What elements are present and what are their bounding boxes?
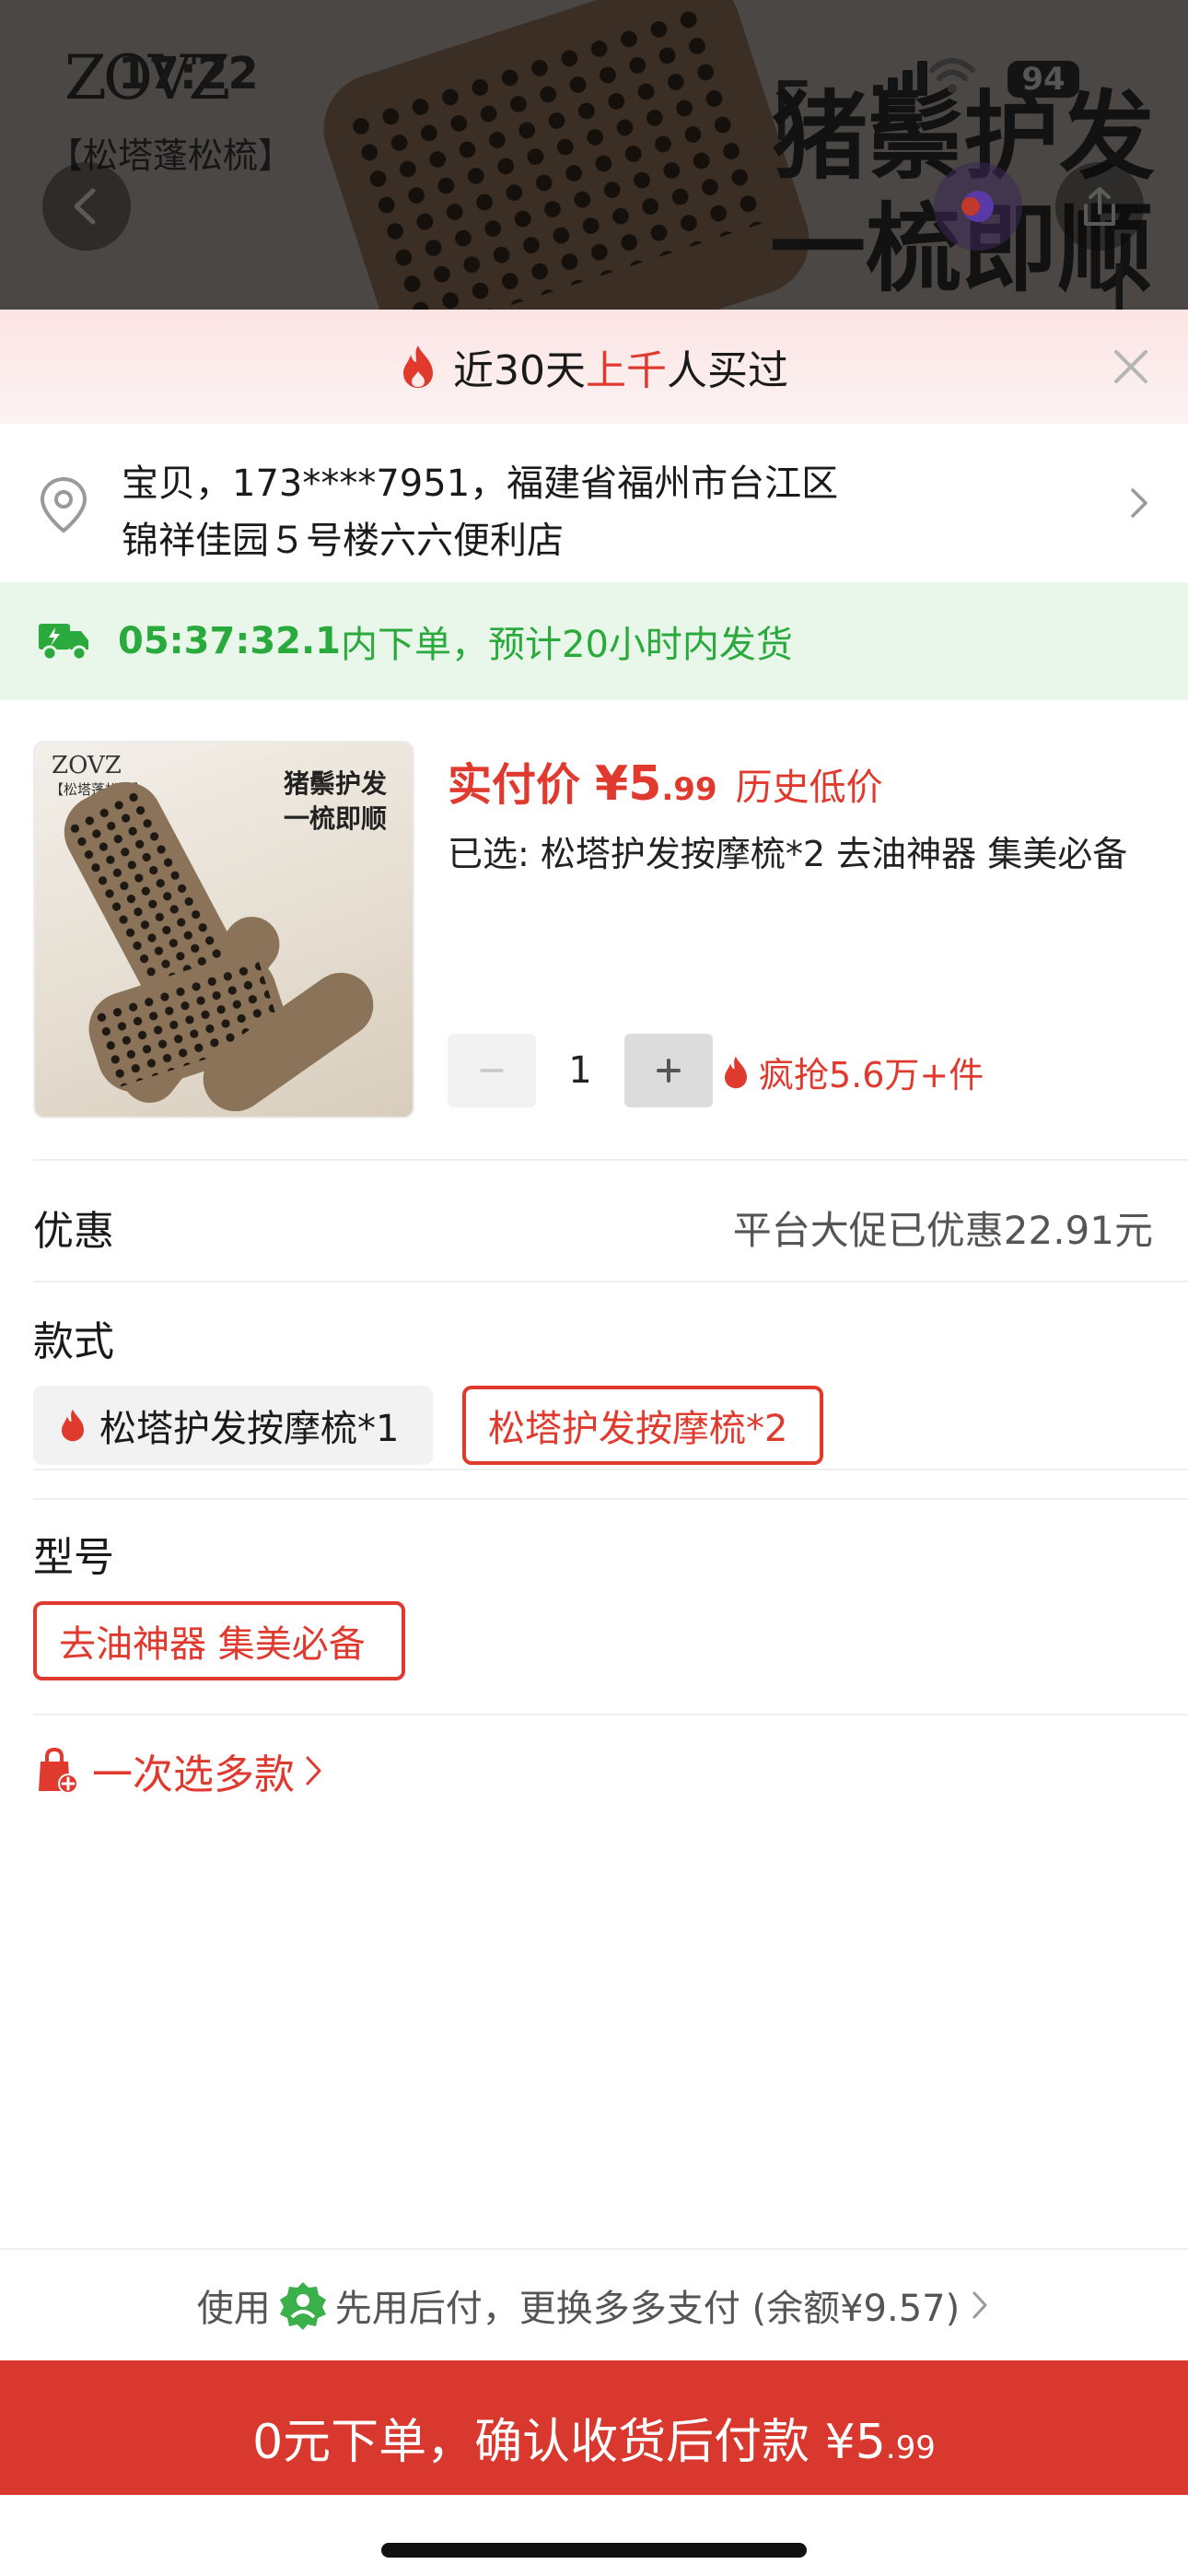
multi-select-label: 一次选多款 [92,1751,295,1798]
payment-method-bar[interactable]: 使用 先用后付，更换多多支付 (余额¥9.57) [0,2248,1188,2360]
price-decimal: .99 [661,771,717,808]
delivery-banner: 05:37:32.1 内下单，预计20小时内发货 [0,582,1188,700]
home-indicator [381,2543,807,2558]
fire-icon [725,1056,747,1088]
delivery-text: 内下单，预计20小时内发货 [341,624,793,666]
hot-sale-text: 疯抢5.6万+件 [759,1055,984,1095]
model-label: 型号 [33,1534,114,1581]
divider [33,1469,1188,1470]
divider [33,1498,1188,1500]
fire-icon [403,345,433,388]
multi-select-link[interactable]: 一次选多款 [33,1741,324,1800]
payment-prefix: 使用 [196,2288,271,2330]
fire-icon [62,1409,84,1442]
chevron-right-icon [973,2291,987,2319]
discount-value: 平台大促已优惠22.91元 [732,1208,1153,1253]
style-option-2[interactable]: 松塔护发按摩梳*2 [462,1386,823,1465]
status-time: 17:22 [118,48,259,100]
product-thumbnail[interactable]: ZOVZ 【松塔蓬松梳】 猪鬃护发 一梳即顺 [33,741,414,1118]
promo-highlight: 上千 [586,347,667,394]
shopping-bag-plus-icon [39,1747,78,1794]
promo-banner: 近30天 上千 人买过 [0,310,1188,424]
place-order-decimal: .99 [885,2430,936,2466]
place-order-button[interactable]: 0元下单，确认收货后付款 ¥5.99 [0,2360,1188,2495]
style-label: 款式 [33,1318,114,1365]
price-line: 实付价 ¥5.99 历史低价 [448,748,883,813]
favorite-icon [961,191,994,222]
place-order-label: 0元下单，确认收货后付款 ¥5 [252,2415,886,2470]
delivery-truck-icon [39,624,88,662]
divider [33,1159,1188,1161]
thumbnail-slogan-line2: 一梳即顺 [284,802,388,834]
selected-spec: 已选: 松塔护发按摩梳*2 去油神器 集美必备 [448,834,1128,874]
close-icon[interactable] [1107,343,1155,391]
discount-label: 优惠 [33,1208,114,1255]
model-option-1[interactable]: 去油神器 集美必备 [33,1601,405,1680]
address-row[interactable]: 宝贝，173****7951，福建省福州市台江区 锦祥佳园５号楼六六便利店 [0,424,1188,582]
location-pin-icon [40,476,87,533]
chevron-right-icon [1131,488,1147,518]
share-button[interactable] [1055,162,1144,251]
chevron-right-icon [306,1756,321,1786]
share-icon [1084,187,1115,226]
price-tag: 历史低价 [735,767,883,809]
address-line-2: 锦祥佳园５号楼六六便利店 [122,520,564,562]
signal-icon [873,61,930,96]
back-button[interactable] [42,162,131,251]
price-label: 实付价 [448,759,581,811]
address-line-1: 宝贝，173****7951，福建省福州市台江区 [122,463,839,505]
back-arrow-icon [74,188,96,225]
payment-text: 先用后付，更换多多支付 (余额¥9.57) [334,2288,961,2330]
quantity-value[interactable]: 1 [536,1034,624,1107]
product-section: ZOVZ 【松塔蓬松梳】 猪鬃护发 一梳即顺 实付价 ¥5.99 历史低价 已选… [0,700,1188,1470]
battery-icon: 94 [1007,61,1079,98]
style-option-1-label: 松塔护发按摩梳*1 [99,1408,400,1450]
favorite-button[interactable] [934,162,1022,251]
plus-icon [657,1059,681,1083]
wifi-icon [929,58,975,93]
promo-prefix: 近30天 [453,347,586,394]
thumbnail-slogan-line1: 猪鬃护发 [284,768,388,799]
style-option-1[interactable]: 松塔护发按摩梳*1 [33,1386,433,1465]
divider [33,1714,1188,1715]
pay-later-leaf-icon [279,2282,326,2330]
promo-suffix: 人买过 [667,347,788,394]
model-option-1-label: 去油神器 集美必备 [59,1623,366,1666]
background-product-page: ZOVZ 【松塔蓬松梳】 「 猪鬃护发 一梳即顺 」 17:22 94 [0,0,1188,310]
style-option-2-label: 松塔护发按摩梳*2 [488,1408,788,1450]
quantity-increase-button[interactable] [624,1034,713,1107]
price-main: ¥5 [595,756,662,812]
thumbnail-slogan: 猪鬃护发 一梳即顺 [284,767,387,837]
minus-icon [480,1069,504,1072]
quantity-decrease-button[interactable] [448,1034,536,1107]
delivery-countdown: 05:37:32.1 [118,620,342,662]
order-sheet: 近30天 上千 人买过 宝贝，173****7951，福建省福州市台江区 锦祥佳园５… [0,310,1188,2576]
promo-text: 近30天 上千 人买过 [400,337,788,396]
hot-sale-badge: 疯抢5.6万+件 [722,1047,984,1097]
thumbnail-logo: ZOVZ [52,752,122,779]
divider [33,1281,1188,1282]
